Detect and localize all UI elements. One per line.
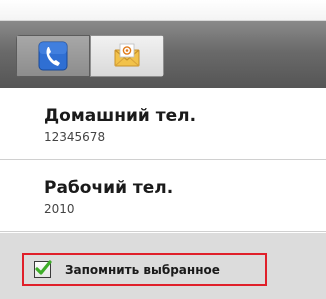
phone-icon <box>38 41 68 71</box>
phone-number-list: Домашний тел. 12345678 Рабочий тел. 2010 <box>0 88 326 232</box>
remember-checkbox[interactable] <box>34 260 52 278</box>
phone-label: Рабочий тел. <box>44 178 174 198</box>
phone-number: 12345678 <box>44 130 106 144</box>
remember-choice-option[interactable]: Запомнить выбранное <box>22 253 267 286</box>
remember-label: Запомнить выбранное <box>65 262 220 277</box>
tab-email[interactable] <box>90 35 164 77</box>
dialog-footer: Запомнить выбранное <box>0 233 326 299</box>
tab-bar <box>0 20 326 88</box>
tab-phone[interactable] <box>16 35 90 77</box>
list-item-home-phone[interactable]: Домашний тел. 12345678 <box>0 88 326 160</box>
checkmark-icon <box>35 260 52 275</box>
list-item-work-phone[interactable]: Рабочий тел. 2010 <box>0 160 326 232</box>
top-strip <box>0 0 326 20</box>
tab-group <box>16 35 164 77</box>
phone-number: 2010 <box>44 202 75 216</box>
phone-label: Домашний тел. <box>44 106 197 126</box>
email-icon <box>112 41 142 71</box>
